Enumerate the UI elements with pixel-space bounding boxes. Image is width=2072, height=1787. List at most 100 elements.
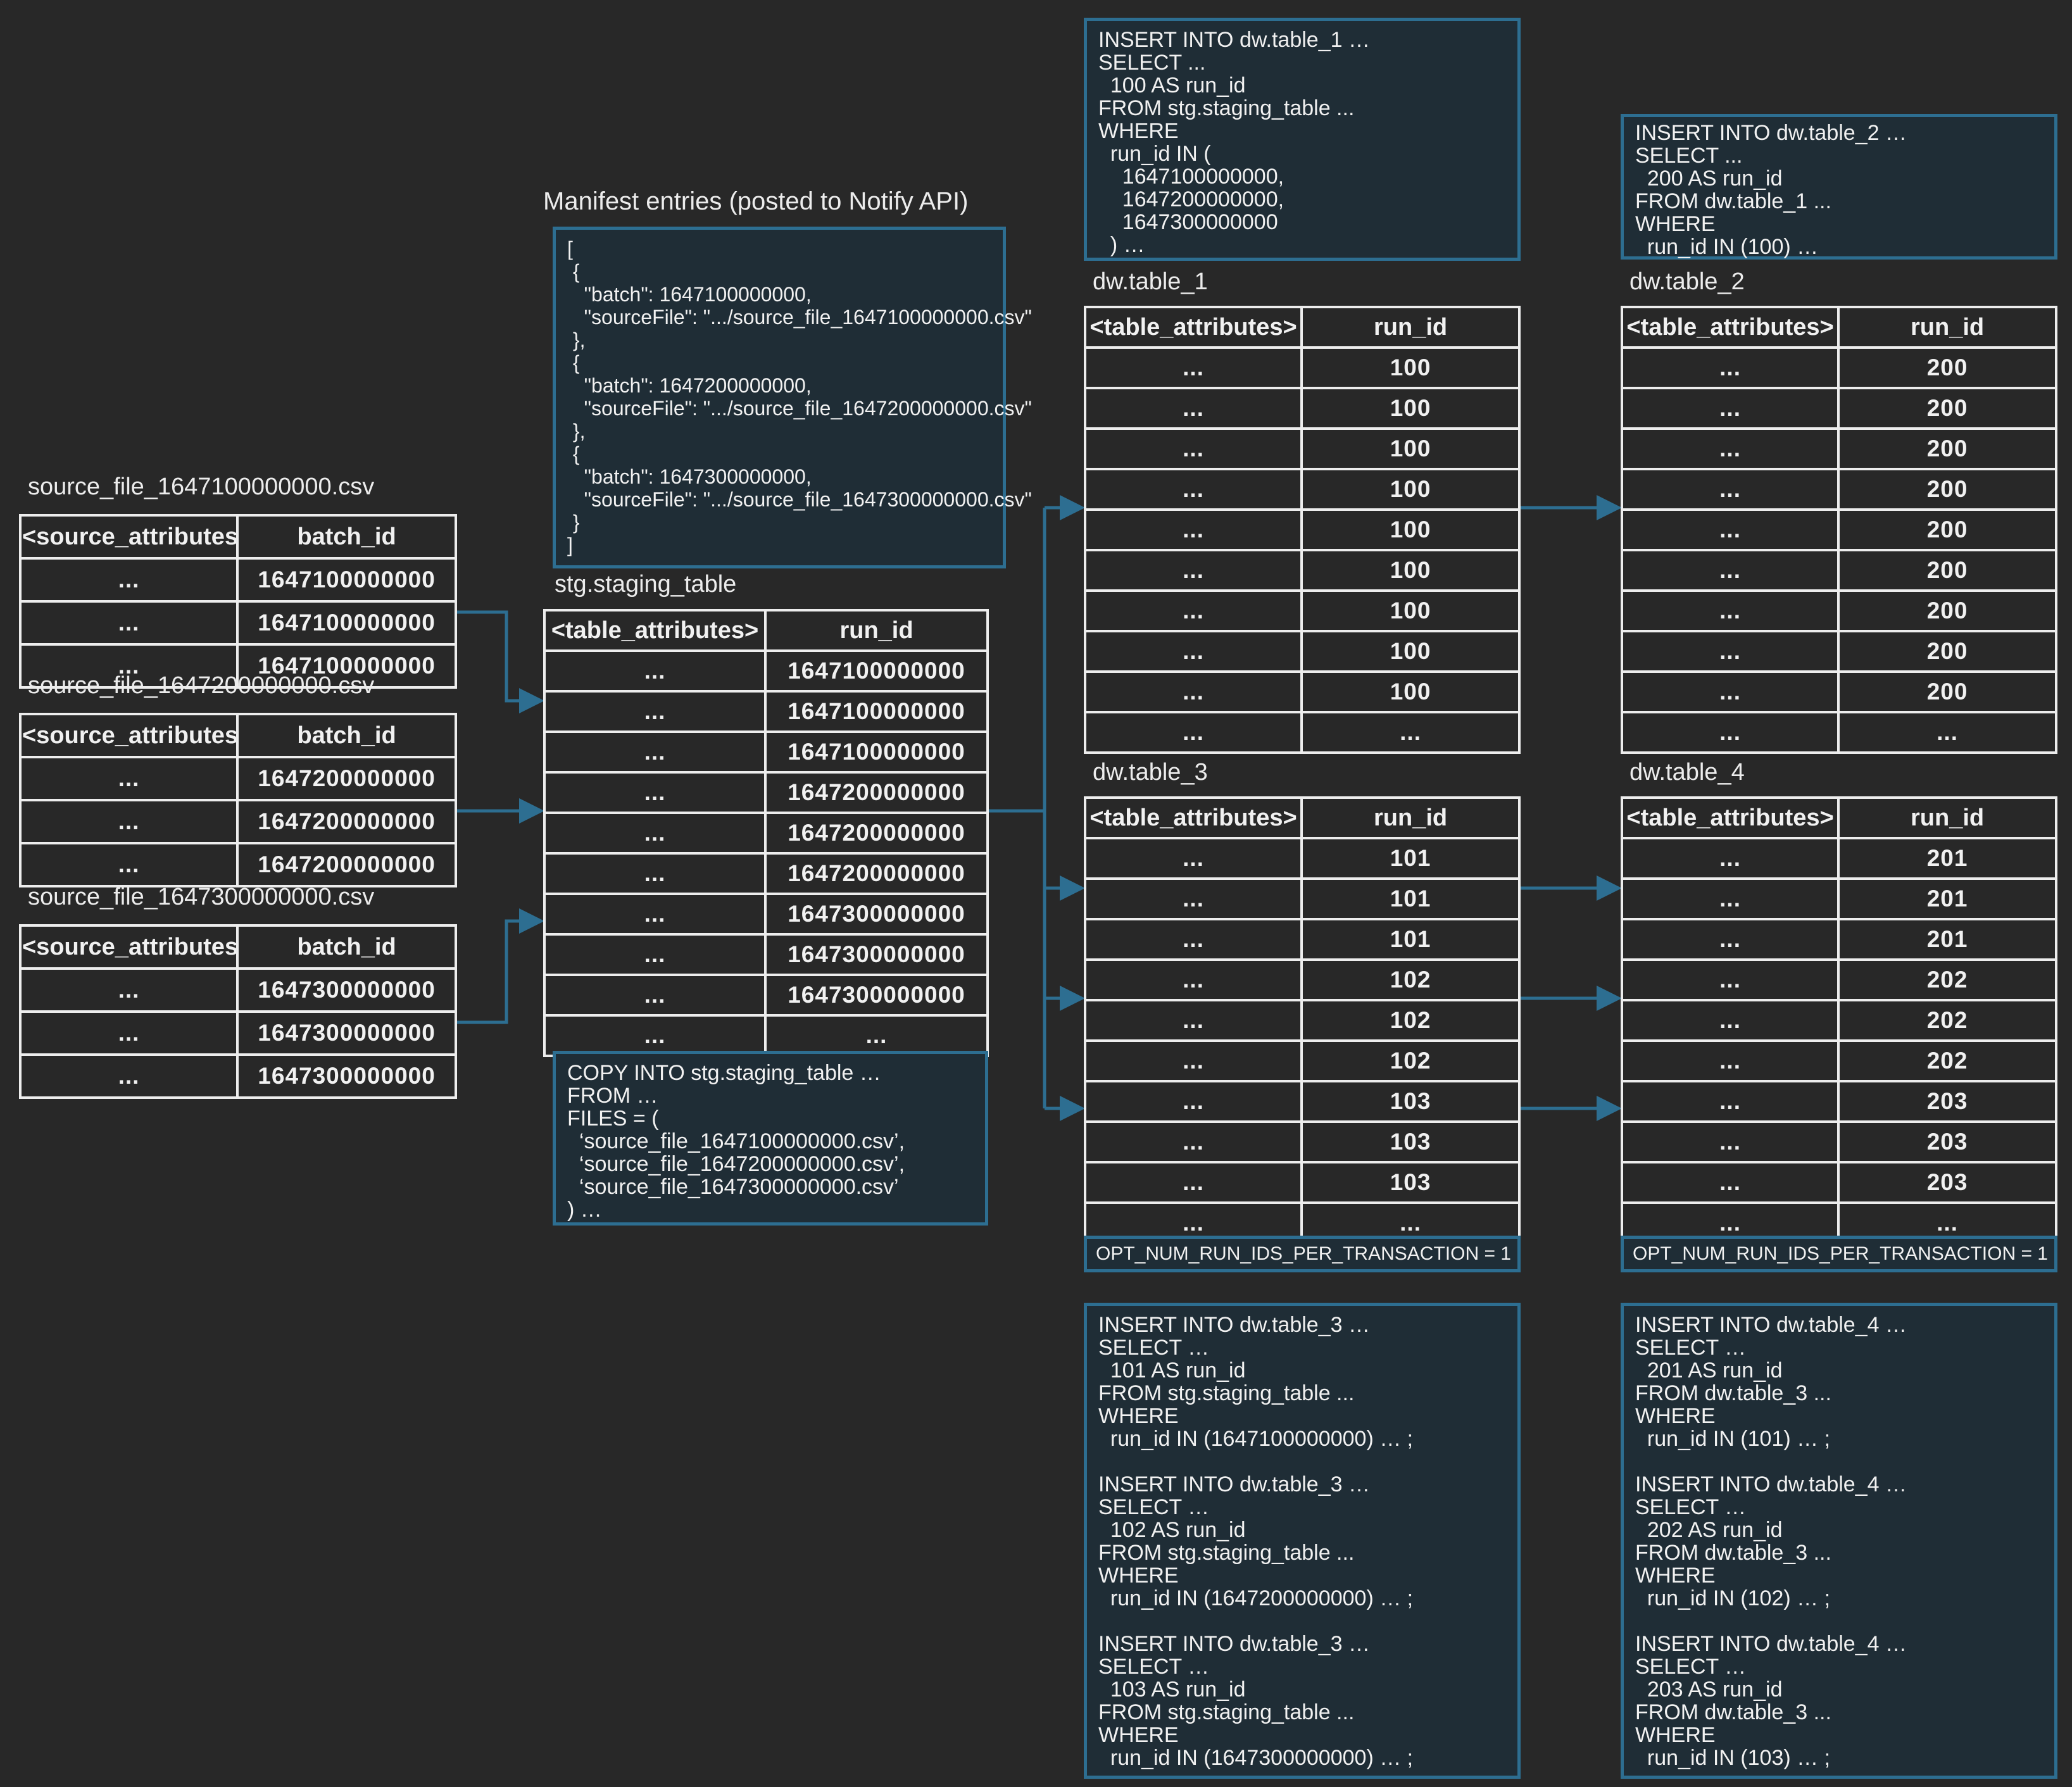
table-cell: ... [20,800,237,843]
table-cell: ... [1085,550,1302,591]
table-header-cell: <table_attributes> [1622,798,1838,838]
table-cell: 200 [1838,469,2056,510]
opt-num-run-ids-label-right: OPT_NUM_RUN_IDS_PER_TRANSACTION = 1 [1621,1236,2057,1272]
table-cell: 100 [1302,591,1519,631]
table-header-row: <table_attributes>run_id [544,610,988,651]
code-line: 102 AS run_id [1098,1519,1506,1541]
code-line: }, [567,329,991,351]
code-line: "sourceFile": ".../source_file_164720000… [567,397,991,420]
table-cell: 100 [1302,550,1519,591]
table-cell: 100 [1302,429,1519,469]
table-cell: ... [1838,712,2056,753]
dw-table-1-title: dw.table_1 [1093,268,1208,296]
table-row: ...1647300000000 [544,934,988,975]
code-line: 101 AS run_id [1098,1359,1506,1382]
table-cell: ... [544,853,765,894]
table-header-cell: batch_id [237,714,456,757]
code-line: INSERT INTO dw.table_4 … [1635,1633,2043,1655]
opt-num-run-ids-label-left: OPT_NUM_RUN_IDS_PER_TRANSACTION = 1 [1084,1236,1521,1272]
table-cell: 100 [1302,388,1519,429]
table-row: ...200 [1622,510,2056,550]
table-cell: ... [20,601,237,644]
table-cell: 103 [1302,1162,1519,1203]
table-row: ...202 [1622,960,2056,1000]
code-line: { [567,442,991,465]
table-header-row: <table_attributes>run_id [1622,798,2056,838]
code-line: run_id IN (103) … ; [1635,1746,2043,1769]
table-cell: 203 [1838,1081,2056,1122]
code-line [1098,1450,1506,1473]
source-file-1-title: source_file_1647100000000.csv [28,473,374,501]
table-cell: 203 [1838,1122,2056,1162]
code-line: INSERT INTO dw.table_2 … [1635,122,2043,144]
code-line: 1647300000000 [1098,211,1506,234]
table-cell: 200 [1838,388,2056,429]
table-cell: ... [1085,631,1302,672]
table-cell: 201 [1838,879,2056,919]
table-row: ...1647100000000 [544,732,988,772]
table-cell: ... [1622,388,1838,429]
table-cell: ... [1085,510,1302,550]
data-table: <source_attributes>batch_id...1647200000… [19,713,457,887]
table-cell: ... [544,813,765,853]
table-header-row: <table_attributes>run_id [1622,307,2056,348]
code-line: COPY INTO stg.staging_table … [567,1062,974,1084]
table-cell: ... [20,558,237,601]
code-line: SELECT ... [1098,51,1506,74]
table-header-cell: <source_attributes> [20,515,237,558]
table-cell: ... [1622,510,1838,550]
table-cell: 1647100000000 [765,732,988,772]
code-line: ‘source_file_1647100000000.csv’, [567,1130,974,1153]
table-cell: ... [1085,712,1302,753]
code-line: WHERE [1098,120,1506,142]
table-cell: 1647300000000 [765,975,988,1015]
table-cell: ... [20,1055,237,1098]
table-cell: ... [1622,631,1838,672]
table-row: ...100 [1085,348,1519,388]
table-header-cell: run_id [1302,798,1519,838]
source-file-2-table: <source_attributes>batch_id...1647200000… [19,713,457,887]
code-line: FROM stg.staging_table ... [1098,97,1506,120]
code-line: INSERT INTO dw.table_4 … [1635,1473,2043,1496]
code-line: INSERT INTO dw.table_3 … [1098,1473,1506,1496]
table-cell: 102 [1302,1000,1519,1041]
code-line: SELECT … [1635,1336,2043,1359]
table-row: ...1647200000000 [20,843,456,886]
manifest-json-box: [ { "batch": 1647100000000, "sourceFile"… [553,227,1006,568]
table-cell: ... [544,975,765,1015]
table-cell: ... [1085,1122,1302,1162]
table-cell: 1647300000000 [237,1055,456,1098]
table-cell: ... [1085,919,1302,960]
table-cell: ... [1085,672,1302,712]
table-row: ...100 [1085,672,1519,712]
code-line: INSERT INTO dw.table_3 … [1098,1314,1506,1336]
table-cell: 200 [1838,672,2056,712]
table-cell: 202 [1838,1000,2056,1041]
table-cell: 1647200000000 [765,853,988,894]
code-line: 103 AS run_id [1098,1678,1506,1701]
code-line: 100 AS run_id [1098,74,1506,97]
table-header-cell: run_id [1838,307,2056,348]
table-row: ...201 [1622,838,2056,879]
staging-table-title: stg.staging_table [555,571,736,598]
table-cell: ... [544,772,765,813]
dw-table-4: <table_attributes>run_id...201...201...2… [1621,796,2057,1245]
code-line: "sourceFile": ".../source_file_164710000… [567,306,991,329]
table-cell: 100 [1302,348,1519,388]
code-line: }, [567,420,991,442]
code-line: 1647100000000, [1098,165,1506,188]
table-header-cell: batch_id [237,925,456,969]
table-row: ...202 [1622,1000,2056,1041]
table-row: ...203 [1622,1081,2056,1122]
code-line: INSERT INTO dw.table_1 … [1098,28,1506,51]
table-row: ...100 [1085,631,1519,672]
table-row: ...1647100000000 [544,691,988,732]
data-table: <source_attributes>batch_id...1647300000… [19,924,457,1099]
table-row: ...1647300000000 [20,1055,456,1098]
code-line: FROM dw.table_1 ... [1635,190,2043,213]
code-line: } [567,511,991,534]
code-line: 1647200000000, [1098,188,1506,211]
table-cell: 200 [1838,550,2056,591]
table-cell: ... [1085,1162,1302,1203]
table-cell: ... [1085,879,1302,919]
